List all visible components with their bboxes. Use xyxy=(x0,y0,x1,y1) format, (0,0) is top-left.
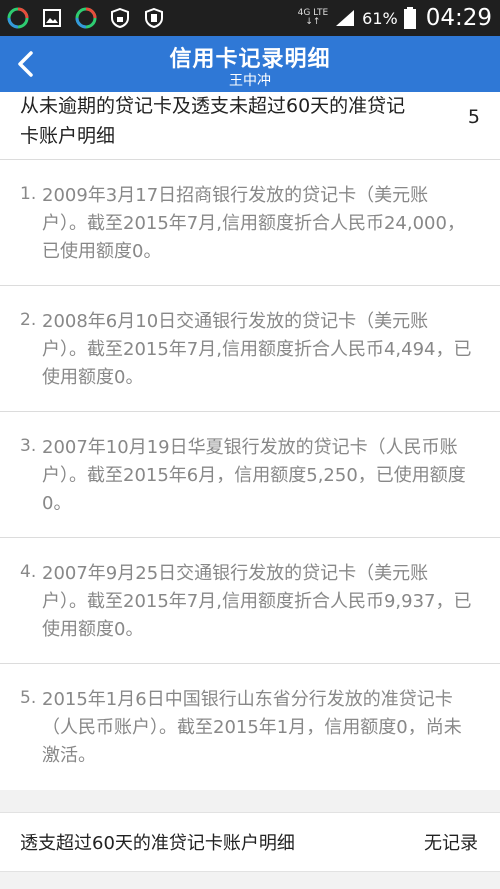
signal-icon xyxy=(336,10,355,26)
item-text: 2009年3月17日招商银行发放的贷记卡（美元账户）。截至2015年7月,信用额… xyxy=(42,185,465,262)
item-text: 2015年1月6日中国银行山东省分行发放的准贷记卡（人民币账户）。截至2015年… xyxy=(42,689,462,766)
overdue-section-row[interactable]: 透支超过60天的准贷记卡账户明细 无记录 xyxy=(0,812,500,872)
item-number: 2. xyxy=(20,310,37,330)
record-list: 1. 2009年3月17日招商银行发放的贷记卡（美元账户）。截至2015年7月,… xyxy=(0,160,500,790)
page-title: 信用卡记录明细 xyxy=(169,47,331,72)
list-item: 5. 2015年1月6日中国银行山东省分行发放的准贷记卡（人民币账户）。截至20… xyxy=(0,664,500,790)
item-number: 3. xyxy=(20,436,37,456)
clock: 04:29 xyxy=(425,5,492,31)
list-item: 4. 2007年9月25日交通银行发放的贷记卡（美元账户）。截至2015年7月,… xyxy=(0,538,500,664)
status-bar: 4G LTE ↓↑ 61% 04:29 xyxy=(0,0,500,36)
list-item: 2. 2008年6月10日交通银行发放的贷记卡（美元账户）。截至2015年7月,… xyxy=(0,286,500,412)
section-divider xyxy=(0,791,500,812)
item-text: 2007年10月19日华夏银行发放的贷记卡（人民币账户）。截至2015年6月，信… xyxy=(42,437,466,514)
list-item: 1. 2009年3月17日招商银行发放的贷记卡（美元账户）。截至2015年7月,… xyxy=(0,160,500,286)
item-number: 4. xyxy=(20,562,37,582)
status-indicators: 4G LTE ↓↑ 61% 04:29 xyxy=(298,0,492,36)
page-subtitle: 王中冲 xyxy=(229,73,271,89)
image-icon xyxy=(40,6,64,30)
overdue-section-value: 无记录 xyxy=(424,833,478,854)
battery-percent: 61% xyxy=(362,8,398,28)
shield-icon xyxy=(142,6,166,30)
item-text: 2007年9月25日交通银行发放的贷记卡（美元账户）。截至2015年7月,信用额… xyxy=(42,563,472,640)
item-number: 5. xyxy=(20,688,37,708)
notification-icons xyxy=(6,6,166,30)
section-count: 5 xyxy=(467,106,480,128)
app-notification-icon xyxy=(6,6,30,30)
item-text: 2008年6月10日交通银行发放的贷记卡（美元账户）。截至2015年7月,信用额… xyxy=(42,311,472,388)
network-type: 4G LTE ↓↑ xyxy=(297,8,329,27)
overdue-section-label: 透支超过60天的准贷记卡账户明细 xyxy=(20,833,295,854)
app-notification-icon xyxy=(74,6,98,30)
item-number: 1. xyxy=(20,184,37,204)
lock-shield-icon xyxy=(108,6,132,30)
section-title: 从未逾期的贷记卡及透支未超过60天的准贷记卡账户明细 xyxy=(20,95,406,147)
list-item: 3. 2007年10月19日华夏银行发放的贷记卡（人民币账户）。截至2015年6… xyxy=(0,412,500,538)
section-header: 从未逾期的贷记卡及透支未超过60天的准贷记卡账户明细 5 xyxy=(0,92,500,160)
battery-icon xyxy=(403,7,416,29)
title-bar: 信用卡记录明细 王中冲 xyxy=(0,36,500,92)
